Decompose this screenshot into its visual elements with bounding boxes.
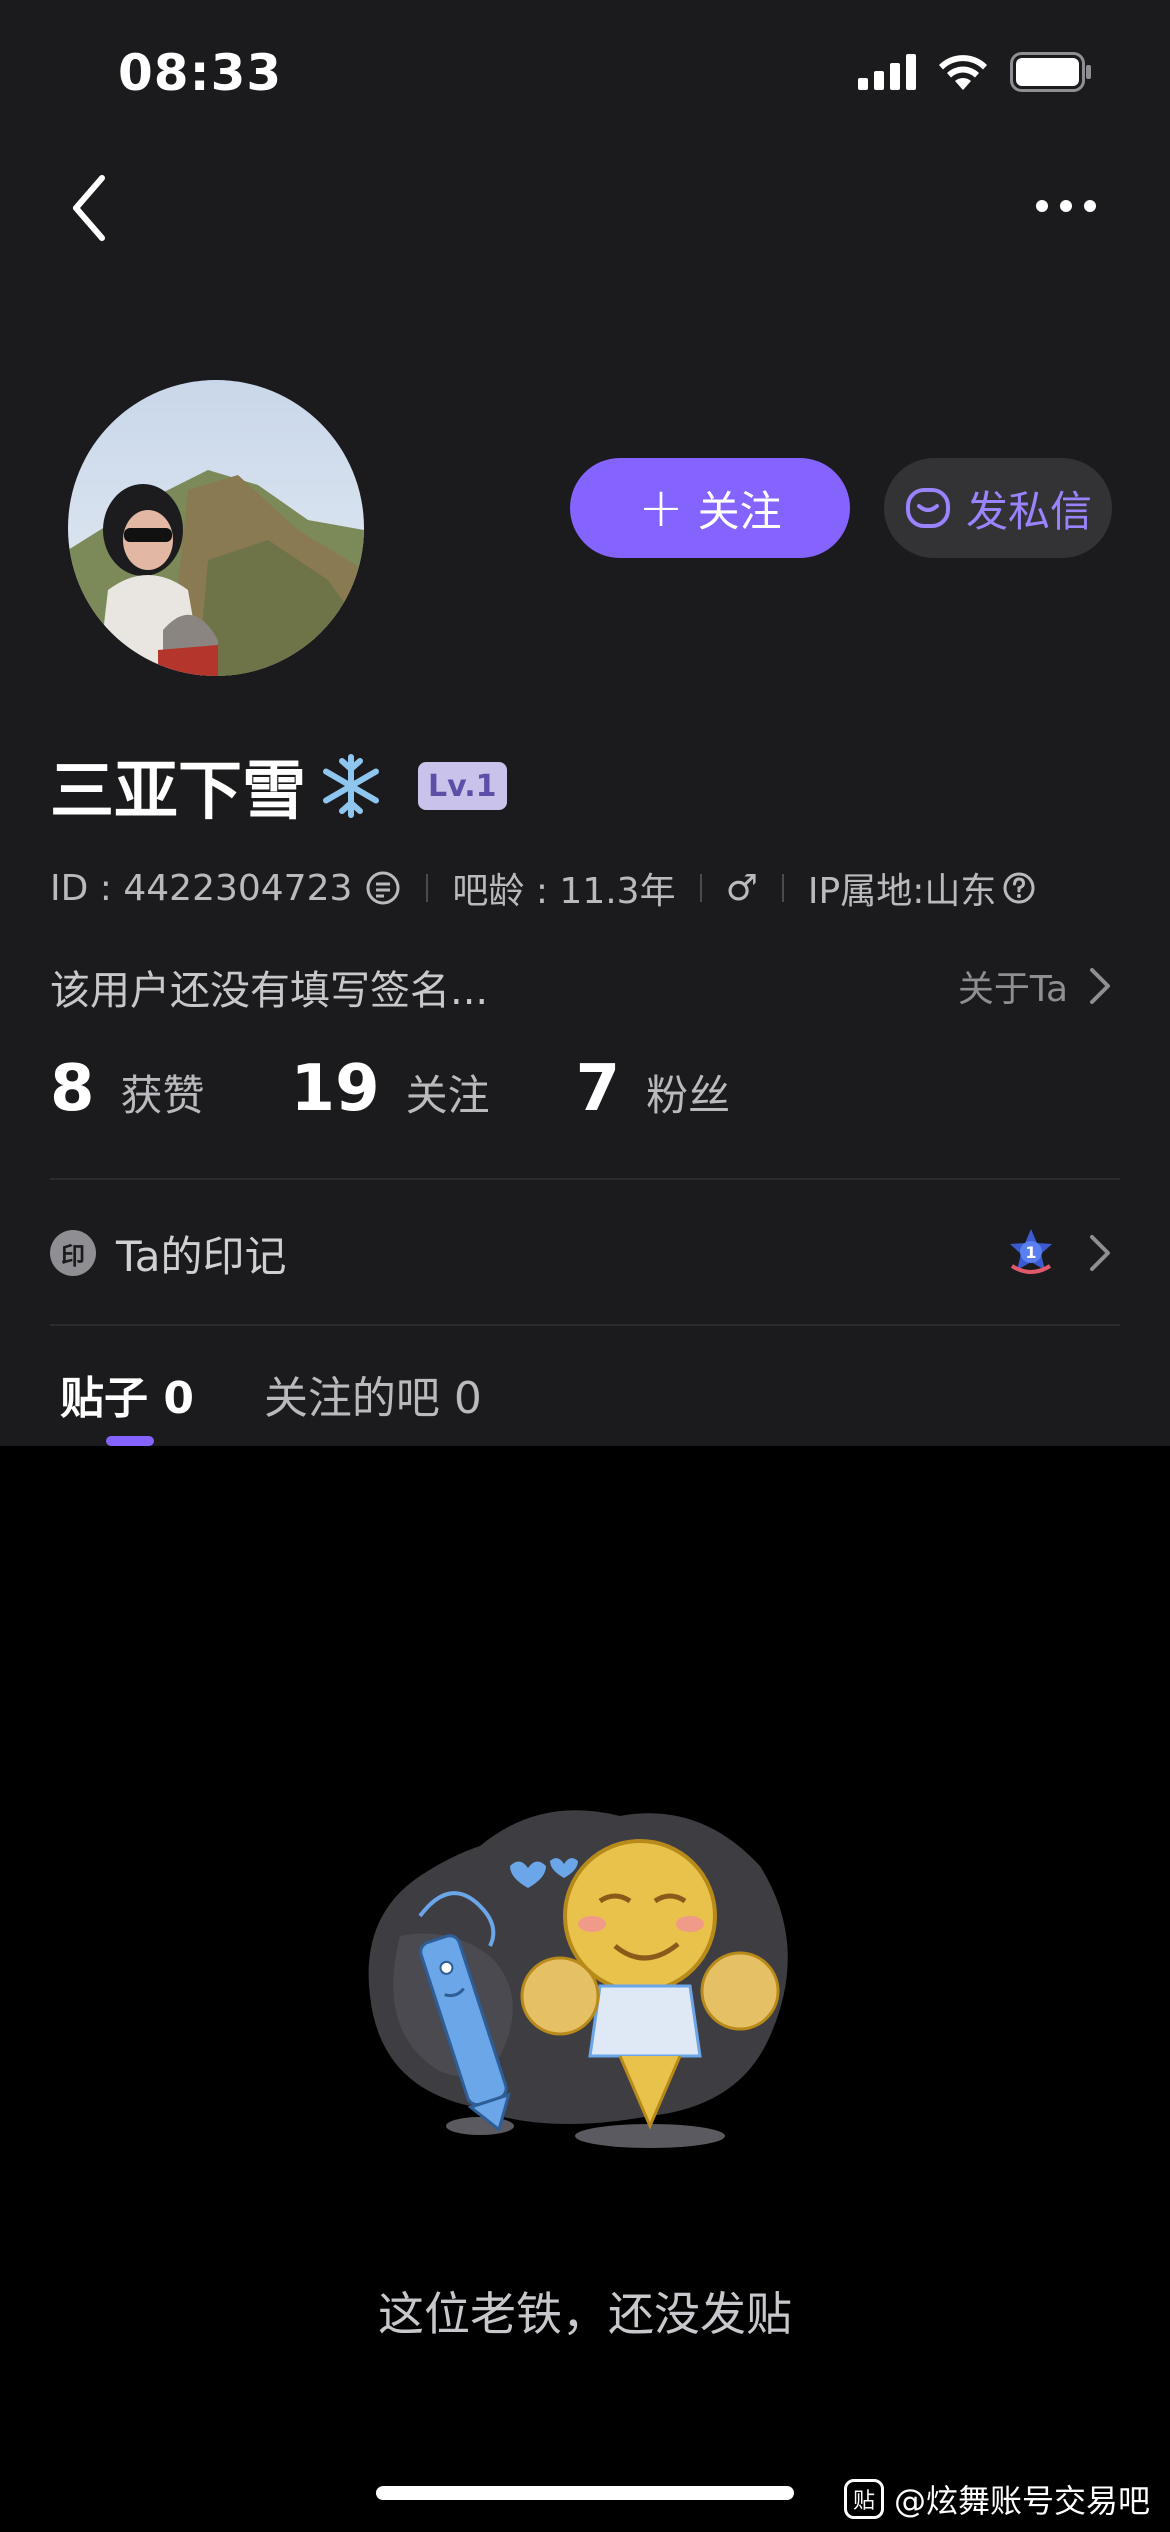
marks-right: 1 [1004,1226,1112,1280]
chevron-right-icon [1090,968,1110,1004]
signal-icon [858,54,916,90]
more-dot [1036,200,1048,212]
username: 三亚下雪 [50,755,306,829]
tieba-logo-icon: 贴 [843,2479,884,2519]
name-row: 三亚下雪 Lv.1 [50,740,507,832]
info-separator [781,874,784,902]
stat-number: 8 [50,1052,95,1126]
stat-label: 粉丝 [646,1071,731,1120]
tab-label: 贴子 0 [60,1373,194,1424]
divider [50,1178,1120,1180]
status-bar: 08:33 [0,0,1170,150]
tabs: 贴子 0 关注的吧 0 [60,1362,482,1446]
help-icon[interactable] [1002,871,1036,905]
tab-followed-forums[interactable]: 关注的吧 0 [264,1362,482,1426]
stat-following[interactable]: 19 关注 [291,1052,490,1126]
tab-posts[interactable]: 贴子 0 [60,1362,194,1446]
info-separator [426,874,429,902]
more-button[interactable] [1036,188,1112,224]
chevron-left-icon [73,175,105,241]
tab-label: 关注的吧 0 [263,1373,482,1424]
watermark-text: @炫舞账号交易吧 [893,2482,1150,2520]
empty-state-illustration [368,1810,788,2148]
about-label: 关于Ta [957,969,1068,1010]
user-id: ID : 4422304723 [50,867,353,909]
divider [50,1324,1120,1326]
watermark: 贴 @炫舞账号交易吧 [843,2476,1150,2522]
seal-icon: 印 [50,1230,96,1276]
follow-button[interactable]: + 关注 [570,458,850,558]
battery-icon [1010,52,1091,92]
medal-badge-icon: 1 [1010,1229,1052,1274]
info-separator [699,874,702,902]
message-icon [905,488,950,528]
more-dot [1060,200,1072,212]
marks-row[interactable]: 印 Ta的印记 1 [50,1218,1112,1288]
info-row: ID : 4422304723 吧龄 : 11.3年 ♂ IP属地:山东 [50,862,1036,914]
tab-active-indicator [106,1436,154,1446]
medal-number: 1 [1025,1243,1036,1262]
status-icons [858,52,1092,92]
message-button[interactable]: 发私信 [884,458,1112,558]
stat-label: 关注 [405,1071,490,1120]
stat-label: 获赞 [120,1071,205,1120]
more-dot [1084,200,1096,212]
level-badge: Lv.1 [418,762,507,810]
stat-number: 7 [575,1052,621,1126]
marks-label: Ta的印记 [116,1231,287,1281]
chevron-right-icon [1090,1235,1110,1271]
ip-location: IP属地:山东 [807,871,997,912]
follow-label: 关注 [697,486,782,536]
content-area: 这位老铁，还没发贴 贴 @炫舞账号交易吧 [0,1446,1170,2532]
status-time: 08:33 [118,44,283,102]
avatar[interactable] [68,380,364,676]
back-button[interactable] [62,168,122,248]
about-link[interactable]: 关于Ta [958,960,1112,1012]
message-label: 发私信 [965,486,1092,536]
bio-text: 该用户还没有填写签名... [50,968,489,1014]
stat-number: 19 [290,1052,380,1126]
stat-likes[interactable]: 8 获赞 [50,1052,205,1126]
stat-fans[interactable]: 7 粉丝 [576,1052,731,1126]
plus-icon: + [638,476,684,539]
empty-state-text: 这位老铁，还没发贴 [378,2287,792,2341]
wifi-icon [939,55,987,90]
tieba-age: 吧龄 : 11.3年 [452,871,676,912]
copy-id-icon[interactable] [364,869,402,907]
snowflake-icon [323,754,379,818]
home-indicator[interactable] [376,2486,794,2500]
gender-icon: ♂ [725,867,758,909]
stats-row: 8 获赞 19 关注 7 粉丝 [50,1052,816,1126]
